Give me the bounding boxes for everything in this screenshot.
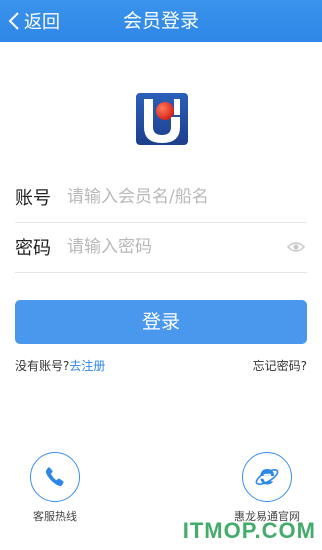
back-button[interactable]: 返回 bbox=[8, 0, 60, 42]
account-label: 账号 bbox=[15, 188, 51, 209]
back-label: 返回 bbox=[24, 12, 60, 33]
no-account-text: 没有账号? bbox=[15, 359, 70, 373]
auth-links: 没有账号?去注册 忘记密码? bbox=[15, 357, 307, 375]
password-label: 密码 bbox=[15, 238, 51, 259]
eye-icon[interactable] bbox=[287, 241, 305, 253]
app-logo-icon bbox=[136, 93, 188, 145]
phone-icon bbox=[45, 467, 64, 487]
top-navigation-bar: 返回 会员登录 bbox=[0, 0, 322, 42]
account-input[interactable] bbox=[67, 177, 307, 217]
divider bbox=[15, 272, 307, 273]
watermark: ITMOP.COM bbox=[182, 518, 316, 543]
ie-browser-icon bbox=[255, 469, 279, 485]
register-link[interactable]: 去注册 bbox=[69, 359, 105, 373]
hotline-button[interactable] bbox=[30, 452, 80, 502]
password-row: 密码 bbox=[15, 222, 307, 272]
account-row: 账号 bbox=[15, 172, 307, 222]
password-input[interactable] bbox=[67, 227, 287, 267]
login-button[interactable]: 登录 bbox=[15, 300, 307, 344]
back-chevron-icon bbox=[8, 12, 19, 30]
forgot-password-link[interactable]: 忘记密码? bbox=[253, 357, 307, 374]
hotline-label: 客服热线 bbox=[33, 510, 77, 523]
official-site-button[interactable] bbox=[242, 452, 292, 502]
